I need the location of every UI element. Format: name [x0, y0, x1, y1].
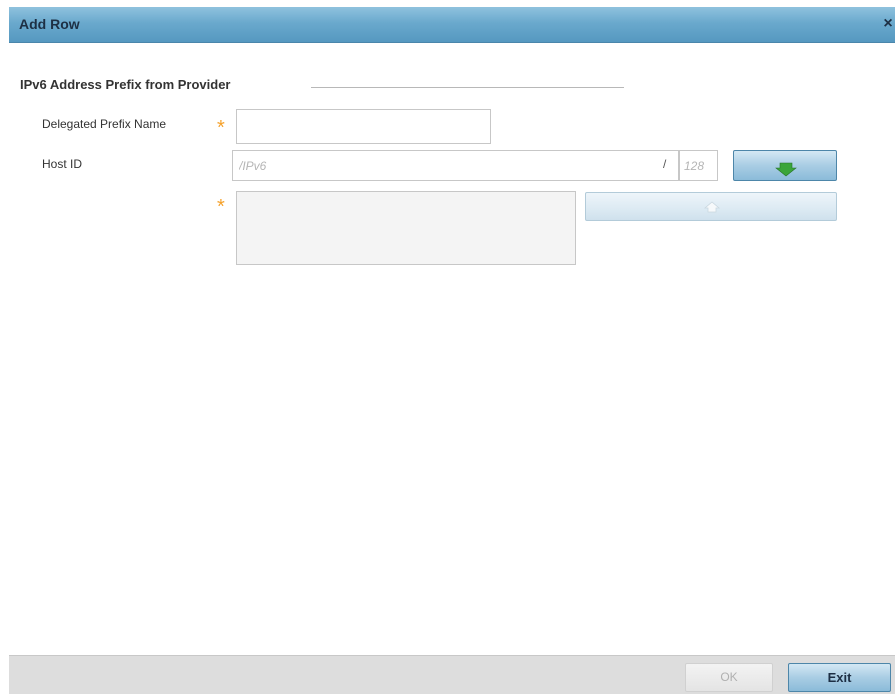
host-id-list[interactable] — [236, 191, 576, 265]
dialog-titlebar: Add Row × — [9, 7, 895, 43]
prefix-slash: / — [663, 157, 667, 171]
close-icon[interactable]: × — [881, 15, 895, 33]
ok-button[interactable]: OK — [685, 663, 773, 692]
section-title: IPv6 Address Prefix from Provider — [20, 77, 231, 92]
delegated-prefix-name-label: Delegated Prefix Name — [42, 117, 167, 131]
arrow-down-icon — [775, 162, 797, 177]
dialog-title: Add Row — [19, 16, 80, 32]
prefix-length-field[interactable] — [679, 150, 718, 181]
host-id-label: Host ID — [42, 157, 83, 171]
required-marker: * — [217, 117, 225, 139]
host-id-ipv6-input[interactable] — [233, 151, 678, 180]
delegated-prefix-name-input[interactable] — [237, 110, 490, 143]
prefix-length-input[interactable] — [680, 151, 717, 180]
add-host-id-button[interactable] — [733, 150, 837, 181]
remove-host-id-button[interactable] — [585, 192, 837, 221]
exit-button[interactable]: Exit — [788, 663, 891, 692]
add-row-dialog: Add Row × IPv6 Address Prefix from Provi… — [0, 0, 895, 694]
section-divider — [311, 87, 624, 88]
arrow-up-icon — [703, 201, 721, 213]
required-marker: * — [217, 196, 225, 218]
delegated-prefix-name-field[interactable] — [236, 109, 491, 144]
host-id-ipv6-field[interactable] — [232, 150, 679, 181]
